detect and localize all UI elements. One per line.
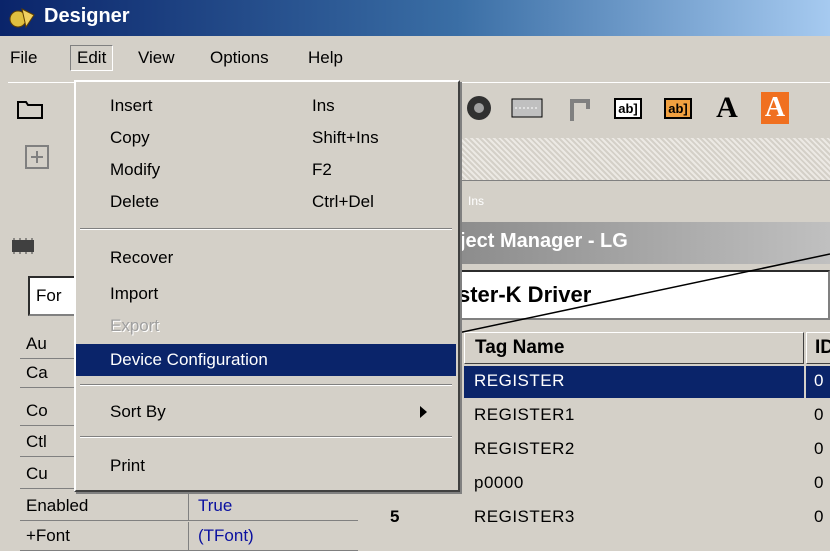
menu-item-export: Export [110, 316, 160, 335]
menu-item-modify[interactable]: Modify F2 [76, 154, 456, 186]
menu-item-device-configuration[interactable]: Device Configuration [76, 344, 456, 376]
menu-item-insert[interactable]: Insert Ins [76, 90, 456, 122]
menu-separator [80, 384, 452, 386]
menu-item-recover[interactable]: Recover [76, 242, 456, 274]
submenu-arrow-icon [420, 406, 427, 418]
menu-separator [80, 228, 452, 230]
edit-dropdown-menu: Insert Ins Copy Shift+Ins Modify F2 Delete C… [74, 80, 460, 492]
menu-item-delete[interactable]: Delete Ctrl+Del [76, 186, 456, 218]
menu-item-sort-by[interactable]: Sort By [76, 396, 456, 428]
menu-item-print[interactable]: Print [76, 450, 456, 482]
menu-separator [80, 436, 452, 438]
menu-item-copy[interactable]: Copy Shift+Ins [76, 122, 456, 154]
menu-item-import[interactable]: Import [76, 278, 456, 310]
